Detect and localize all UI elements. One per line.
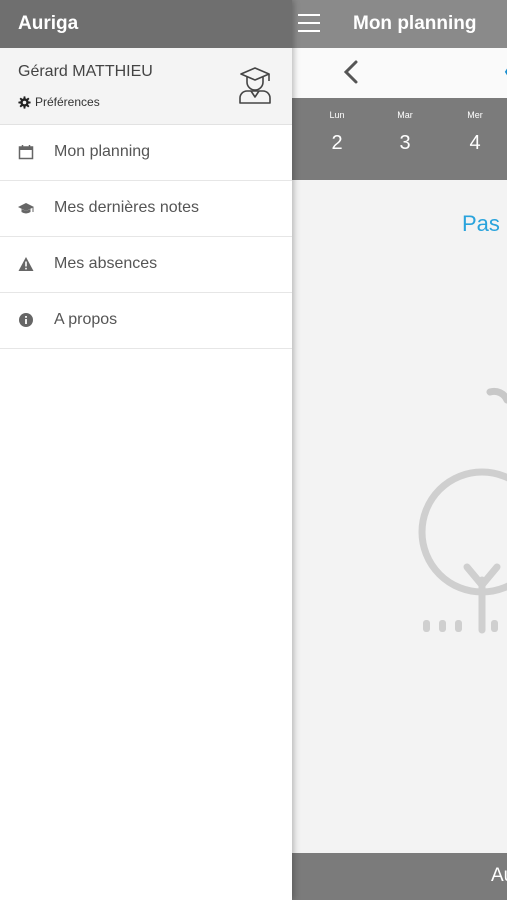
user-name: Gérard MATTHIEU	[18, 63, 153, 80]
day-item[interactable]: Mar 3	[385, 110, 425, 155]
preferences-link[interactable]: Préférences	[18, 95, 100, 109]
day-number: 2	[331, 132, 343, 154]
day-number: 4	[469, 132, 481, 154]
gear-icon	[18, 95, 31, 109]
menu-item-mes-dernieres-notes[interactable]: Mes dernières notes	[0, 181, 292, 237]
user-profile: Gérard MATTHIEU Préférences	[0, 48, 292, 125]
navigation-drawer: Auriga Gérard MATTHIEU Préférences Mon p…	[0, 0, 292, 900]
menu-item-label: Mes absences	[54, 255, 158, 272]
student-avatar-icon	[239, 67, 271, 104]
bottom-bar-label[interactable]: Au	[491, 865, 507, 887]
day-name: Mar	[397, 110, 413, 120]
menu-item-mes-absences[interactable]: Mes absences	[0, 237, 292, 293]
menu-item-label: Mon planning	[54, 143, 151, 160]
tree-illustration-icon	[418, 387, 507, 634]
menu-item-label: A propos	[54, 311, 118, 328]
menu-item-mon-planning[interactable]: Mon planning	[0, 125, 292, 181]
day-item[interactable]: Lun 2	[317, 110, 357, 155]
hamburger-menu-icon[interactable]	[298, 14, 320, 32]
graduation-cap-icon	[18, 203, 34, 214]
preferences-label: Préférences	[35, 95, 100, 109]
chevron-right-icon[interactable]: ❮	[502, 58, 507, 83]
day-number: 3	[399, 132, 411, 154]
info-icon	[19, 313, 33, 327]
day-name: Mer	[467, 110, 483, 120]
drawer-header: Auriga	[0, 0, 292, 48]
day-item[interactable]: Mer 4	[455, 110, 495, 155]
calendar-icon	[18, 145, 34, 160]
menu-item-a-propos[interactable]: A propos	[0, 293, 292, 349]
chevron-left-icon[interactable]	[340, 58, 364, 86]
day-name: Lun	[329, 110, 345, 120]
empty-state-text: Pas	[462, 211, 500, 236]
app-name: Auriga	[18, 13, 79, 34]
bottom-bar[interactable]	[292, 853, 507, 900]
warning-icon	[18, 257, 34, 271]
page-title: Mon planning	[353, 13, 477, 34]
week-navigation	[292, 48, 507, 98]
menu-item-label: Mes dernières notes	[54, 199, 199, 216]
